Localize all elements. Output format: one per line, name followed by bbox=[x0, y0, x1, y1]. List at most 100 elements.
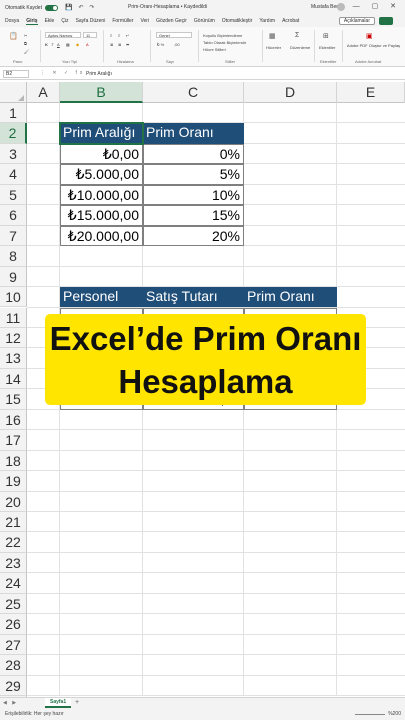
table-header-cell[interactable]: Personel bbox=[60, 287, 143, 308]
add-sheet-icon[interactable]: + bbox=[75, 699, 79, 707]
font-size-select[interactable]: 11 bbox=[83, 32, 97, 38]
row-header[interactable]: 8 bbox=[0, 246, 27, 267]
redo-icon[interactable]: ↷ bbox=[89, 4, 94, 11]
format-painter-icon[interactable]: 🖌 bbox=[24, 49, 29, 54]
row-header[interactable]: 3 bbox=[0, 143, 27, 165]
document-title[interactable]: Prim-Oranı-Hesaplama • Kaydedildi bbox=[128, 4, 207, 10]
table-cell[interactable]: ₺0,00 bbox=[60, 143, 143, 165]
menu-item[interactable]: Görünüm bbox=[194, 18, 215, 24]
font-color-icon[interactable]: A bbox=[86, 42, 89, 47]
column-header[interactable]: B bbox=[60, 82, 143, 103]
row-header[interactable]: 19 bbox=[0, 471, 27, 492]
row-header[interactable]: 5 bbox=[0, 184, 27, 206]
copy-icon[interactable]: ⧉ bbox=[24, 41, 27, 46]
addins-button[interactable]: Eklentiler bbox=[319, 45, 335, 50]
editing-button[interactable]: Düzenleme bbox=[290, 45, 310, 50]
menu-item[interactable]: Çiz bbox=[61, 18, 68, 24]
addins-icon[interactable]: ⊞ bbox=[323, 32, 329, 40]
row-header[interactable]: 11 bbox=[0, 307, 27, 328]
fx-icon[interactable]: ⋮ ✕ ✓ fx bbox=[40, 70, 85, 76]
paste-icon[interactable]: 📋 bbox=[9, 32, 18, 40]
bold-icon[interactable]: K bbox=[45, 42, 48, 47]
table-cell[interactable]: ₺15.000,00 bbox=[60, 205, 143, 226]
table-header-cell[interactable]: Prim Oranı bbox=[143, 123, 244, 144]
menu-item[interactable]: Otomatikleştir bbox=[222, 18, 253, 24]
row-header[interactable]: 24 bbox=[0, 573, 27, 594]
format-as-table-button[interactable]: Tablo Olarak Biçimlendir bbox=[203, 40, 246, 45]
align-left-icon[interactable]: ≣ bbox=[110, 42, 113, 47]
undo-icon[interactable]: ↶ bbox=[78, 4, 83, 11]
font-name-select[interactable]: Aptos Narrow bbox=[45, 32, 81, 38]
create-pdf-button[interactable]: Adobe PDF Oluştur ve Paylaş bbox=[346, 43, 401, 48]
row-header[interactable]: 12 bbox=[0, 327, 27, 349]
row-header[interactable]: 16 bbox=[0, 409, 27, 431]
row-header[interactable]: 20 bbox=[0, 491, 27, 512]
decimal-icon[interactable]: ,00 bbox=[174, 42, 180, 47]
row-header[interactable]: 9 bbox=[0, 266, 27, 288]
merge-icon[interactable]: ⬌ bbox=[126, 42, 129, 47]
row-header[interactable]: 2 bbox=[0, 123, 27, 144]
row-header[interactable]: 6 bbox=[0, 205, 27, 226]
table-cell[interactable]: 20% bbox=[143, 225, 244, 247]
cells-icon[interactable]: ▦ bbox=[269, 32, 276, 40]
row-header[interactable]: 21 bbox=[0, 512, 27, 533]
comments-button[interactable]: Açıklamalar bbox=[338, 17, 375, 25]
table-cell[interactable]: 5% bbox=[143, 164, 244, 185]
name-box[interactable]: B2 bbox=[3, 70, 29, 78]
menu-item[interactable]: Formüller bbox=[112, 18, 133, 24]
autosave-toggle[interactable] bbox=[44, 4, 58, 11]
menu-item[interactable]: Veri bbox=[140, 18, 149, 24]
menu-item[interactable]: Ekle bbox=[45, 18, 55, 24]
row-header[interactable]: 14 bbox=[0, 368, 27, 390]
wrap-text-icon[interactable]: ↵ bbox=[126, 33, 129, 38]
row-header[interactable]: 13 bbox=[0, 348, 27, 369]
save-icon[interactable]: 💾 bbox=[65, 4, 72, 11]
row-header[interactable]: 27 bbox=[0, 634, 27, 656]
cell-styles-button[interactable]: Hücre Stilleri bbox=[203, 47, 226, 52]
row-header[interactable]: 7 bbox=[0, 225, 27, 247]
cells-button[interactable]: Hücreler bbox=[266, 45, 281, 50]
row-header[interactable]: 28 bbox=[0, 655, 27, 676]
sheet-tab-sayfa1[interactable]: Sayfa1 bbox=[45, 698, 72, 708]
row-header[interactable]: 4 bbox=[0, 164, 27, 185]
table-cell[interactable]: ₺10.000,00 bbox=[60, 184, 143, 206]
column-header[interactable]: C bbox=[143, 82, 244, 103]
column-header[interactable]: E bbox=[337, 82, 405, 103]
table-header-cell[interactable]: Prim Oranı bbox=[244, 287, 337, 308]
table-cell[interactable]: 0% bbox=[143, 143, 244, 165]
formula-input[interactable]: Prim Aralığı bbox=[86, 71, 112, 77]
row-header[interactable]: 23 bbox=[0, 552, 27, 574]
accessibility-status[interactable]: Erişilebilirlik: Her şey hazır bbox=[5, 711, 64, 717]
column-header[interactable]: A bbox=[27, 82, 60, 103]
zoom-slider[interactable] bbox=[355, 714, 385, 715]
row-header[interactable]: 15 bbox=[0, 389, 27, 410]
menu-item[interactable]: Acrobat bbox=[282, 18, 299, 24]
row-header[interactable]: 22 bbox=[0, 532, 27, 553]
row-header[interactable]: 25 bbox=[0, 593, 27, 615]
menu-item[interactable]: Dosya bbox=[5, 18, 19, 24]
sheet-nav-arrows[interactable]: ◀ ▶ bbox=[3, 700, 18, 706]
table-cell[interactable]: 10% bbox=[143, 184, 244, 206]
row-header[interactable]: 18 bbox=[0, 450, 27, 472]
number-format-select[interactable]: Genel bbox=[156, 32, 192, 38]
italic-icon[interactable]: T bbox=[51, 42, 53, 47]
align-top-icon[interactable]: ≡ bbox=[110, 33, 112, 38]
editing-icon[interactable]: Σ bbox=[295, 32, 299, 39]
menu-item[interactable]: Gözden Geçir bbox=[156, 18, 187, 24]
zoom-level[interactable]: %200 bbox=[388, 711, 401, 717]
conditional-format-button[interactable]: Koşullu Biçimlendirme bbox=[203, 33, 242, 38]
underline-icon[interactable]: A bbox=[57, 42, 60, 47]
align-middle-icon[interactable]: ≡ bbox=[118, 33, 120, 38]
menu-item[interactable]: Giriş bbox=[26, 18, 38, 25]
select-all-button[interactable] bbox=[0, 82, 27, 103]
table-cell[interactable]: ₺20.000,00 bbox=[60, 225, 143, 247]
table-cell[interactable]: ₺5.000,00 bbox=[60, 164, 143, 185]
cut-icon[interactable]: ✂ bbox=[24, 33, 27, 38]
row-header[interactable]: 17 bbox=[0, 430, 27, 451]
row-header[interactable]: 29 bbox=[0, 675, 27, 697]
row-header[interactable]: 26 bbox=[0, 614, 27, 635]
window-controls[interactable]: — ▢ ✕ bbox=[353, 2, 401, 10]
share-button[interactable] bbox=[379, 17, 393, 25]
row-header[interactable]: 1 bbox=[0, 103, 27, 124]
align-center-icon[interactable]: ≣ bbox=[118, 42, 121, 47]
